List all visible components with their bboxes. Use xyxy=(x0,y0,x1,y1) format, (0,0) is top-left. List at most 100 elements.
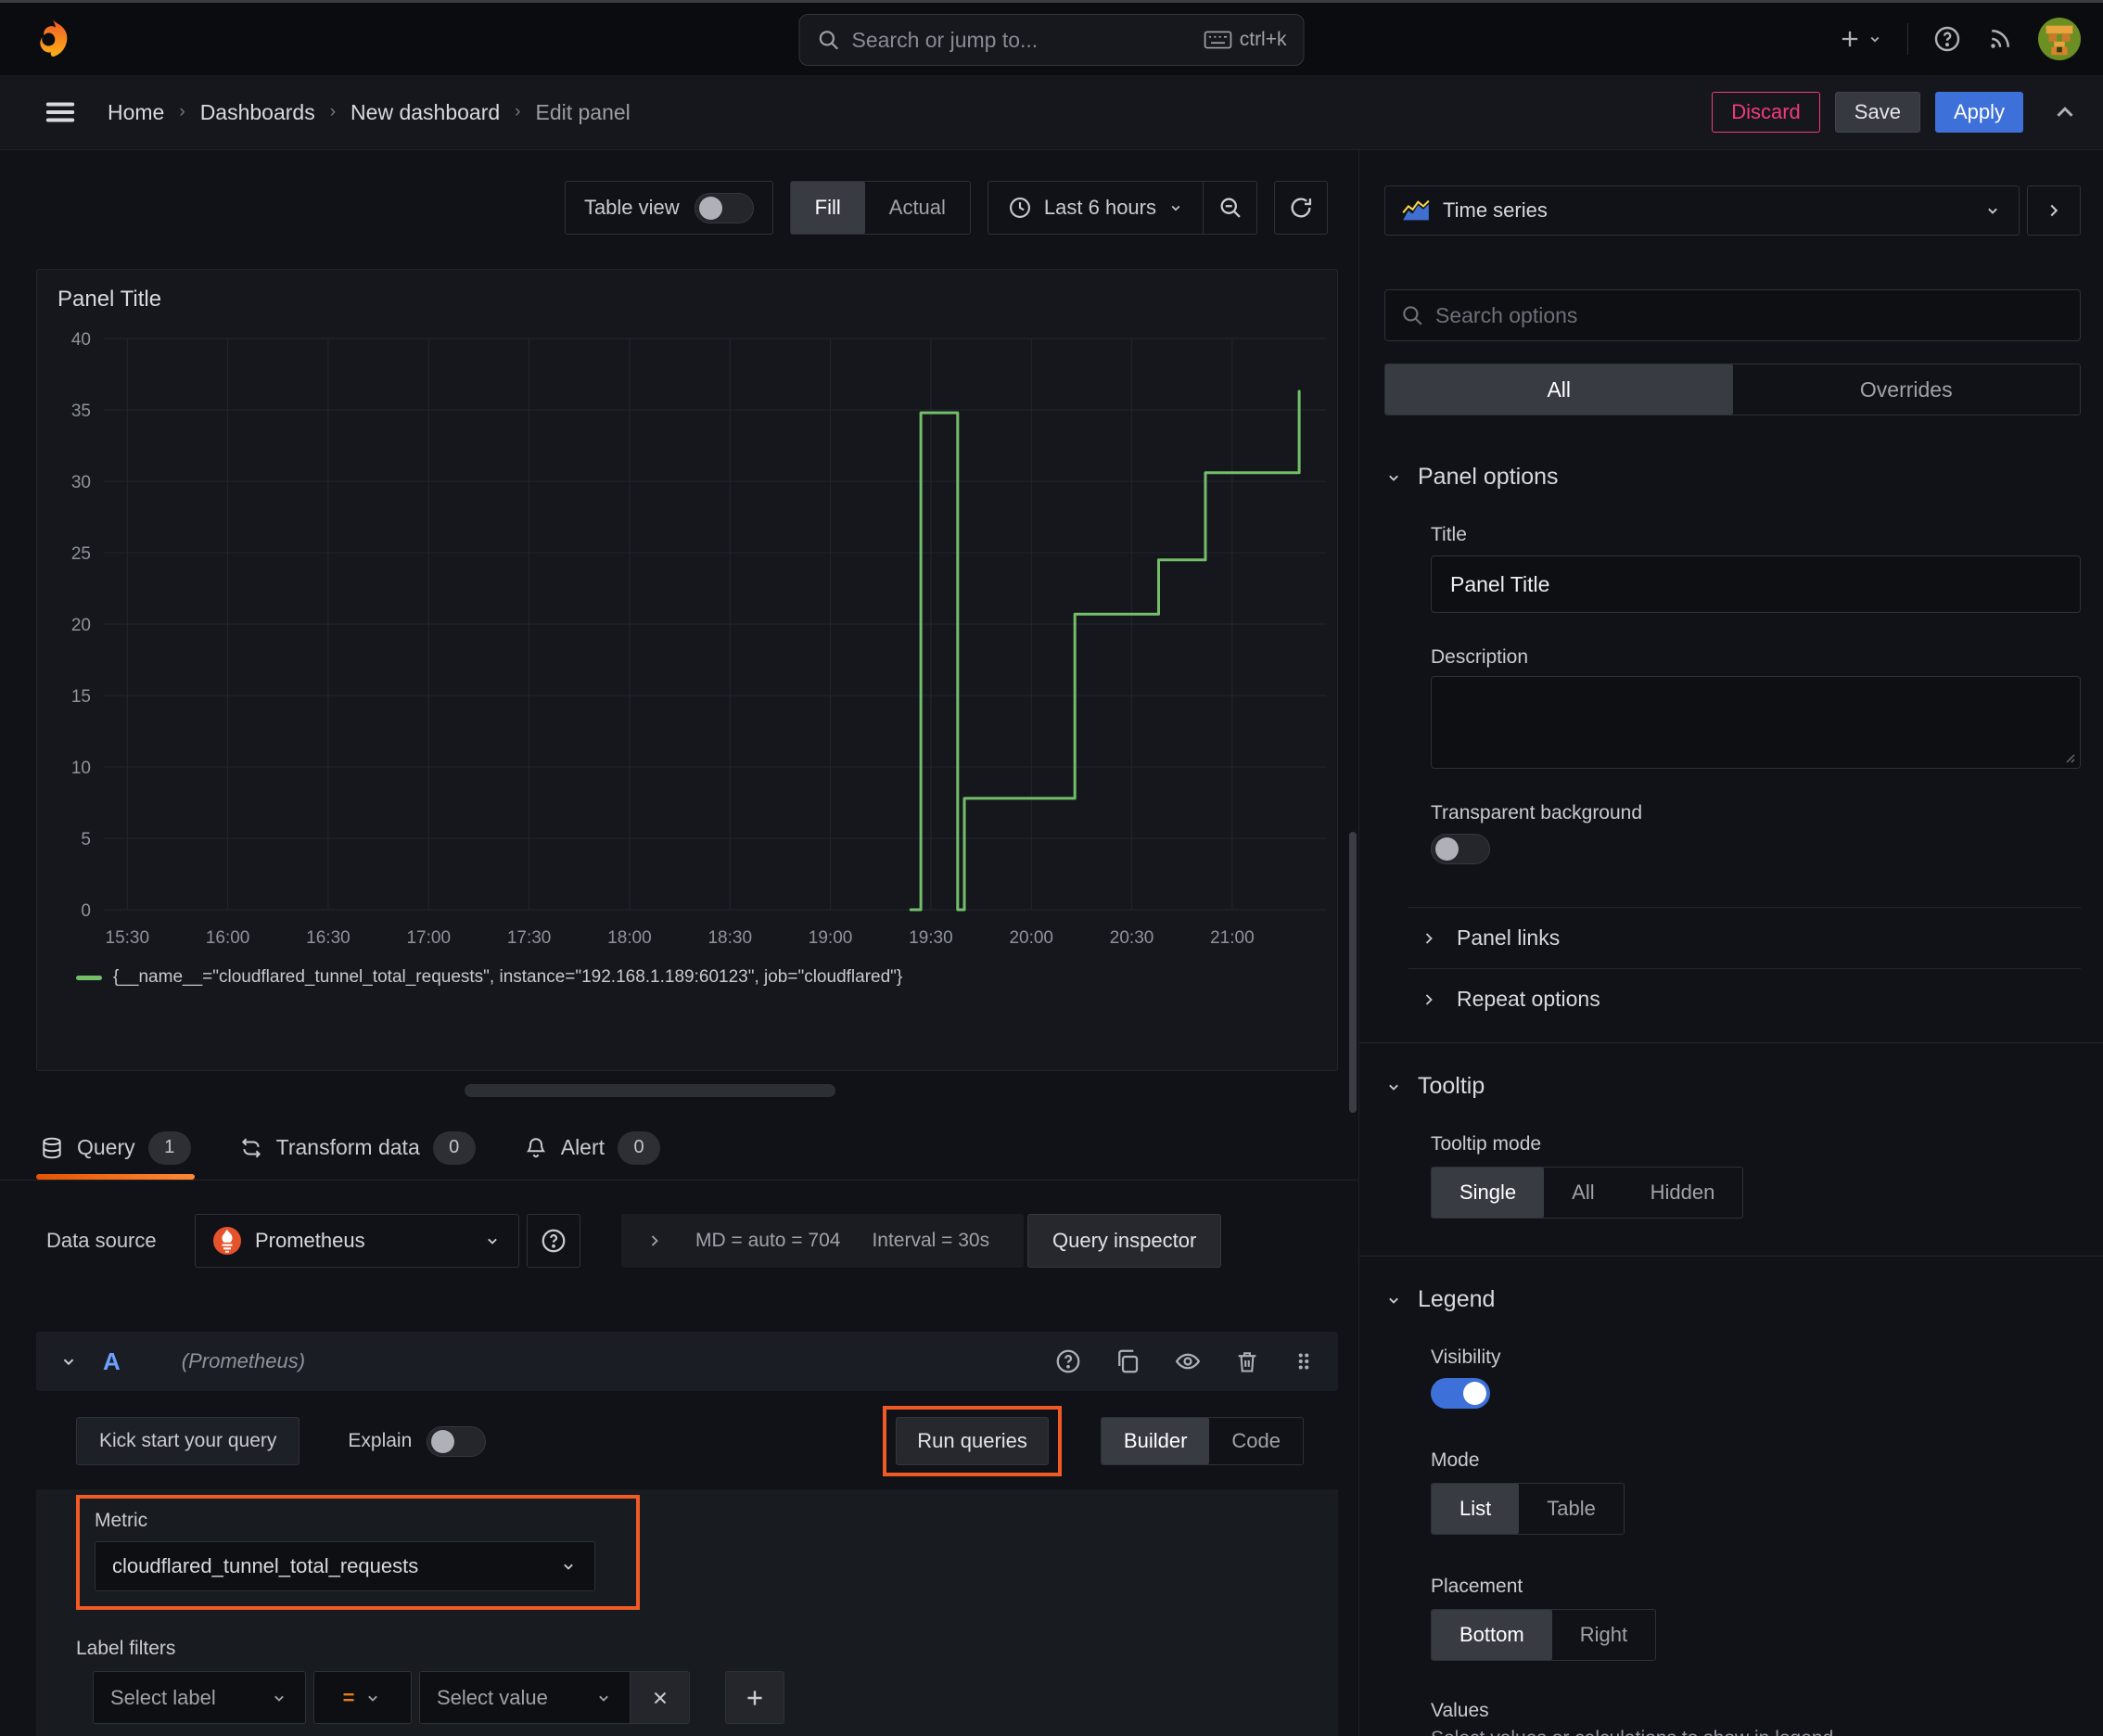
description-textarea[interactable] xyxy=(1431,676,2081,769)
time-range-picker[interactable]: Last 6 hours xyxy=(988,182,1203,234)
datasource-picker[interactable]: Prometheus xyxy=(195,1214,519,1268)
news-button[interactable] xyxy=(1986,25,2014,53)
chevron-right-icon xyxy=(651,1235,658,1246)
options-tab-overrides[interactable]: Overrides xyxy=(1733,364,2081,415)
apply-button[interactable]: Apply xyxy=(1934,92,2023,133)
collapse-options-button[interactable] xyxy=(2051,98,2079,126)
legend-visibility-toggle[interactable] xyxy=(1431,1378,1490,1409)
visualization-picker[interactable]: Time series xyxy=(1384,185,2020,236)
svg-text:16:30: 16:30 xyxy=(306,928,350,948)
select-value-placeholder: Select value xyxy=(437,1685,548,1709)
breadcrumb: Home › Dashboards › New dashboard › Edit… xyxy=(108,100,631,125)
grafana-logo-icon[interactable] xyxy=(32,18,74,60)
transform-count-badge: 0 xyxy=(432,1130,476,1165)
remove-filter-button[interactable] xyxy=(631,1671,690,1724)
fill-option[interactable]: Fill xyxy=(790,182,865,234)
legend-placement-right[interactable]: Right xyxy=(1552,1610,1655,1660)
query-builder-content: Metric cloudflared_tunnel_total_requests… xyxy=(36,1489,1338,1736)
drag-handle-icon[interactable] xyxy=(1292,1347,1316,1375)
legend-placement-bottom[interactable]: Bottom xyxy=(1432,1610,1552,1660)
chart-legend[interactable]: {__name__="cloudflared_tunnel_total_requ… xyxy=(76,967,1337,988)
tooltip-mode-hidden[interactable]: Hidden xyxy=(1623,1168,1743,1218)
help-button[interactable] xyxy=(1932,24,1962,54)
legend-mode-list[interactable]: List xyxy=(1432,1484,1520,1534)
legend-mode-table[interactable]: Table xyxy=(1519,1484,1624,1534)
search-placeholder: Search or jump to... xyxy=(851,27,1039,52)
tooltip-mode-all[interactable]: All xyxy=(1544,1168,1622,1218)
table-view-toggle[interactable] xyxy=(694,192,754,223)
label-filter-row: Select label = Select value xyxy=(93,1671,1312,1724)
add-filter-button[interactable] xyxy=(725,1671,784,1724)
query-inspector-button[interactable]: Query inspector xyxy=(1027,1214,1222,1268)
zoom-out-icon xyxy=(1220,198,1241,218)
section-divider xyxy=(1359,1042,2103,1043)
chart-svg[interactable]: 0 5 10 15 20 25 30 35 40 15:30 16:00 16:30 17:00 17:3… xyxy=(50,326,1326,956)
save-button[interactable]: Save xyxy=(1834,92,1920,133)
query-options-summary[interactable]: MD = auto = 704 Interval = 30s xyxy=(621,1214,1024,1268)
svg-text:15:30: 15:30 xyxy=(106,928,150,948)
query-ref-id: A xyxy=(103,1347,121,1375)
pane-resize-handle[interactable] xyxy=(465,1084,835,1097)
discard-button[interactable]: Discard xyxy=(1712,92,1820,133)
resize-corner-icon[interactable] xyxy=(2061,749,2076,764)
code-option[interactable]: Code xyxy=(1209,1418,1303,1464)
svg-text:0: 0 xyxy=(81,901,91,921)
tab-transform-label: Transform data xyxy=(275,1135,420,1159)
tab-query[interactable]: Query 1 xyxy=(36,1116,195,1180)
duplicate-query-icon[interactable] xyxy=(1114,1347,1141,1375)
breadcrumb-separator: › xyxy=(329,102,337,121)
tooltip-header[interactable]: Tooltip xyxy=(1384,1073,2081,1100)
user-avatar[interactable] xyxy=(2038,18,2081,60)
panel-options-header[interactable]: Panel options xyxy=(1384,464,2081,491)
topbar-divider xyxy=(1907,23,1908,55)
time-range-label: Last 6 hours xyxy=(1043,196,1156,219)
builder-code-switch: Builder Code xyxy=(1100,1417,1304,1465)
select-label-placeholder: Select label xyxy=(110,1685,216,1709)
metric-value: cloudflared_tunnel_total_requests xyxy=(112,1554,419,1577)
hide-response-eye-icon[interactable] xyxy=(1173,1347,1203,1375)
svg-text:20:00: 20:00 xyxy=(1009,928,1053,948)
menu-toggle-button[interactable] xyxy=(45,99,76,125)
operator-dropdown[interactable]: = xyxy=(313,1671,412,1724)
query-row-header[interactable]: A (Prometheus) xyxy=(36,1332,1338,1391)
run-queries-button[interactable]: Run queries xyxy=(896,1417,1049,1465)
select-label-dropdown[interactable]: Select label xyxy=(93,1671,306,1724)
explain-toggle[interactable] xyxy=(427,1425,487,1457)
breadcrumb-home[interactable]: Home xyxy=(108,100,164,125)
vertical-scrollbar[interactable] xyxy=(1349,832,1357,1113)
global-search-input[interactable]: Search or jump to... ctrl+k xyxy=(798,14,1305,66)
tab-transform-data[interactable]: Transform data 0 xyxy=(236,1116,479,1180)
panel-edit-area: Table view Fill Actual Last 6 hours Pane… xyxy=(0,150,1358,1736)
legend-values-help: Select values or calculations to show in… xyxy=(1431,1728,2081,1736)
transparent-background-toggle[interactable] xyxy=(1431,834,1490,864)
tab-alert[interactable]: Alert 0 xyxy=(520,1116,664,1180)
visualization-value: Time series xyxy=(1443,198,1548,222)
legend-placement-switch: Bottom Right xyxy=(1431,1609,1657,1661)
metric-select[interactable]: cloudflared_tunnel_total_requests xyxy=(95,1541,595,1591)
chevron-down-icon xyxy=(1389,1084,1398,1091)
panel-title-input[interactable]: Panel Title xyxy=(1431,555,2081,613)
datasource-help-button[interactable] xyxy=(527,1214,580,1268)
breadcrumb-new-dashboard[interactable]: New dashboard xyxy=(350,100,500,125)
zoom-out-button[interactable] xyxy=(1203,182,1256,234)
viz-suggestions-button[interactable] xyxy=(2027,185,2081,236)
options-filter-tabs: All Overrides xyxy=(1384,364,2081,415)
select-value-dropdown[interactable]: Select value xyxy=(419,1671,631,1724)
repeat-options-section[interactable]: Repeat options xyxy=(1408,968,2081,1029)
refresh-icon xyxy=(1291,198,1312,218)
legend-header[interactable]: Legend xyxy=(1384,1286,2081,1313)
actual-option[interactable]: Actual xyxy=(865,182,970,234)
breadcrumb-dashboards[interactable]: Dashboards xyxy=(200,100,315,125)
panel-links-section[interactable]: Panel links xyxy=(1408,907,2081,968)
options-tab-all[interactable]: All xyxy=(1385,364,1733,415)
remove-query-trash-icon[interactable] xyxy=(1234,1347,1260,1375)
kick-start-query-button[interactable]: Kick start your query xyxy=(76,1417,300,1465)
builder-option[interactable]: Builder xyxy=(1101,1418,1210,1464)
query-help-icon[interactable] xyxy=(1054,1347,1082,1375)
run-queries-highlight: Run queries xyxy=(883,1406,1062,1476)
add-menu-button[interactable] xyxy=(1837,26,1883,52)
refresh-button[interactable] xyxy=(1274,181,1328,235)
rss-icon xyxy=(1991,30,2009,48)
options-search-input[interactable]: Search options xyxy=(1384,289,2081,341)
tooltip-mode-single[interactable]: Single xyxy=(1432,1168,1545,1218)
